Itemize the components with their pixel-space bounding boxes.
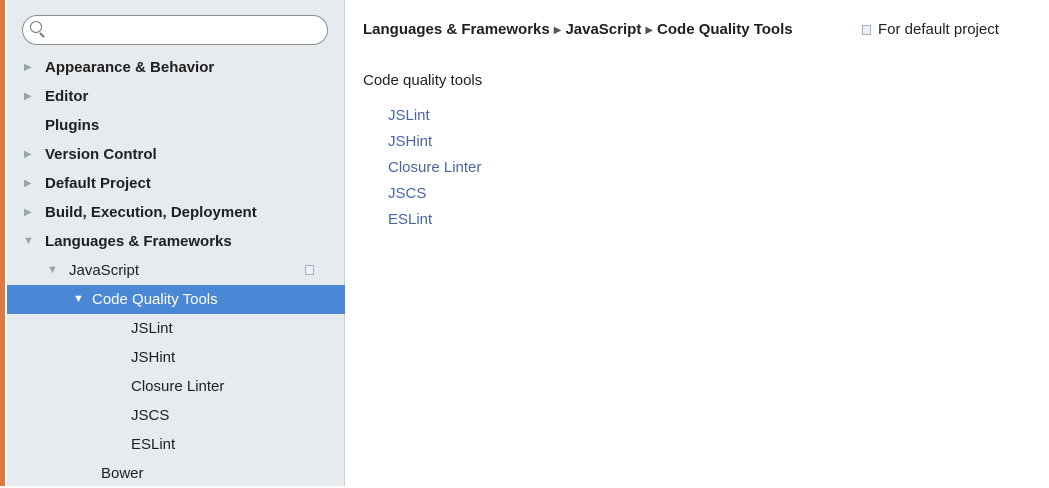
tree-item-appearance[interactable]: ▶ Appearance & Behavior xyxy=(7,53,345,82)
tree-item-label: JSHint xyxy=(131,349,176,366)
tree-item-version-control[interactable]: ▶ Version Control xyxy=(7,140,345,169)
tree-item-closure-linter[interactable]: Closure Linter xyxy=(7,372,345,401)
tree-item-label: Languages & Frameworks xyxy=(45,233,232,250)
tree-item-jscs[interactable]: JSCS xyxy=(7,401,345,430)
tree-item-plugins[interactable]: Plugins xyxy=(7,111,345,140)
breadcrumb-item: Code Quality Tools xyxy=(657,21,793,38)
link-jshint[interactable]: JSHint xyxy=(388,131,432,153)
expand-arrow-icon: ▶ xyxy=(24,207,32,218)
tree-item-label: Closure Linter xyxy=(131,378,225,395)
expand-arrow-icon: ▶ xyxy=(24,149,32,160)
breadcrumb-item: Languages & Frameworks xyxy=(363,21,550,38)
tree-item-label: JSLint xyxy=(131,320,173,337)
tree-item-label: Version Control xyxy=(45,146,157,163)
link-jslint[interactable]: JSLint xyxy=(388,105,430,127)
project-scope-icon xyxy=(862,25,871,35)
search-icon xyxy=(30,21,42,33)
tree-item-build-execution-deployment[interactable]: ▶ Build, Execution, Deployment xyxy=(7,198,345,227)
tree-item-label: Bower xyxy=(101,465,144,482)
tree-item-javascript[interactable]: ▼ JavaScript xyxy=(7,256,345,285)
collapse-arrow-icon: ▼ xyxy=(73,293,84,305)
tree-item-jslint[interactable]: JSLint xyxy=(7,314,345,343)
expand-arrow-icon: ▶ xyxy=(24,178,32,189)
breadcrumb-separator-icon: ▶ xyxy=(553,25,562,36)
tree-item-label: Build, Execution, Deployment xyxy=(45,204,257,221)
tree-item-bower[interactable]: Bower xyxy=(7,459,345,488)
tree-item-label: Appearance & Behavior xyxy=(45,59,215,76)
link-closure-linter[interactable]: Closure Linter xyxy=(388,157,481,179)
breadcrumb-separator-icon: ▶ xyxy=(645,25,654,36)
breadcrumb-item: JavaScript xyxy=(565,21,642,38)
tree-item-eslint[interactable]: ESLint xyxy=(7,430,345,459)
tree-item-label: JavaScript xyxy=(69,262,140,279)
tree-item-label: JSCS xyxy=(131,407,170,424)
search-input[interactable] xyxy=(53,20,318,40)
collapse-arrow-icon: ▼ xyxy=(47,264,58,276)
tree-item-languages-frameworks[interactable]: ▼ Languages & Frameworks xyxy=(7,227,345,256)
tree-item-label: Plugins xyxy=(45,117,100,134)
tree-item-default-project[interactable]: ▶ Default Project xyxy=(7,169,345,198)
tree-item-label: Default Project xyxy=(45,175,151,192)
collapse-arrow-icon: ▼ xyxy=(23,235,34,247)
scope-label: For default project xyxy=(878,21,999,38)
tree-item-label: Code Quality Tools xyxy=(92,291,218,308)
tree-item-editor[interactable]: ▶ Editor xyxy=(7,82,345,111)
expand-arrow-icon: ▶ xyxy=(24,62,32,73)
section-title: Code quality tools xyxy=(363,72,483,89)
project-scope-icon xyxy=(303,263,314,275)
window-edge xyxy=(0,0,5,486)
breadcrumb: Languages & Frameworks ▶ JavaScript ▶ Code Q… xyxy=(363,18,793,42)
tree-item-label: Editor xyxy=(45,88,89,105)
tree-item-code-quality-tools[interactable]: ▼ Code Quality Tools xyxy=(7,285,345,314)
link-eslint[interactable]: ESLint xyxy=(388,209,432,231)
link-jscs[interactable]: JSCS xyxy=(388,183,426,205)
expand-arrow-icon: ▶ xyxy=(24,91,32,102)
search-field[interactable] xyxy=(22,15,328,45)
settings-dialog: ▶ Appearance & Behavior ▶ Editor Plugins… xyxy=(0,0,1049,486)
tree-item-label: ESLint xyxy=(131,436,176,453)
tree-item-jshint[interactable]: JSHint xyxy=(7,343,345,372)
